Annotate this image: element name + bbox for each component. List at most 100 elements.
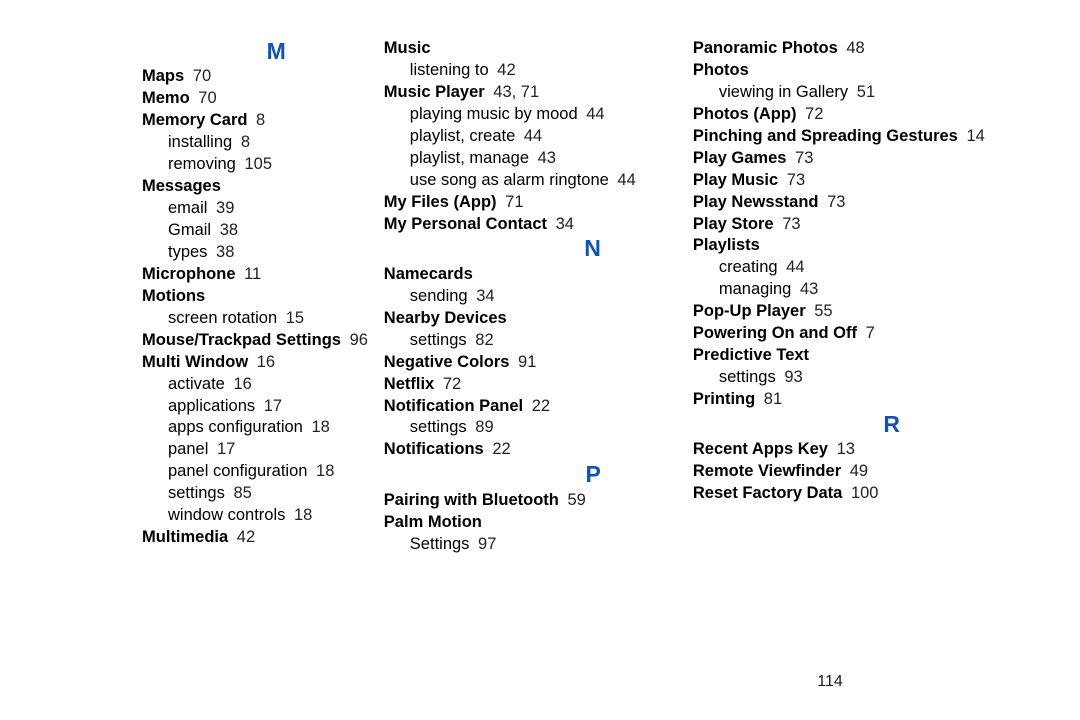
- index-subentry: Settings 97: [384, 534, 683, 556]
- index-entry-topic: Namecards: [384, 265, 473, 283]
- index-entry-topic: Predictive Text: [693, 346, 809, 364]
- index-subentry: managing 43: [693, 279, 1020, 301]
- index-subentry-pages: 43: [800, 280, 818, 298]
- index-subentry-topic: screen rotation: [168, 309, 277, 327]
- index-entry-pages: 91: [518, 353, 536, 371]
- index-entry-topic: Notification Panel: [384, 397, 523, 415]
- index-page: MMaps 70Memo 70Memory Card 8installing 8…: [0, 0, 1080, 556]
- index-subentry-topic: use song as alarm ringtone: [410, 171, 609, 189]
- index-entry-topic: Reset Factory Data: [693, 484, 842, 502]
- index-subentry: window controls 18: [142, 505, 374, 527]
- index-entry-pages: 70: [193, 67, 211, 85]
- index-entry: Namecards: [384, 264, 683, 286]
- index-subentries: activate 16applications 17apps configura…: [142, 374, 374, 528]
- index-subentry-topic: viewing in Gallery: [719, 83, 848, 101]
- index-entry-topic: Photos: [693, 61, 749, 79]
- index-subentry-pages: 38: [220, 221, 238, 239]
- index-subentry-pages: 18: [311, 418, 329, 436]
- index-subentry-pages: 17: [217, 440, 235, 458]
- index-subentry-topic: playing music by mood: [410, 105, 578, 123]
- index-entry-topic: Mouse/Trackpad Settings: [142, 331, 341, 349]
- index-entry-pages: 13: [837, 440, 855, 458]
- index-entry: Panoramic Photos 48: [693, 38, 1020, 60]
- index-entry: Music Player 43, 71: [384, 82, 683, 104]
- index-entry-pages: 96: [350, 331, 368, 349]
- index-subentry-topic: panel: [168, 440, 208, 458]
- index-entry-pages: 8: [256, 111, 265, 129]
- index-subentries: playing music by mood 44playlist, create…: [384, 104, 683, 192]
- index-subentry: panel 17: [142, 439, 374, 461]
- index-subentry: settings 85: [142, 483, 374, 505]
- index-subentry-topic: settings: [719, 368, 776, 386]
- index-subentry: creating 44: [693, 257, 1020, 279]
- index-entry: Multimedia 42: [142, 527, 374, 549]
- index-entry-pages: 100: [851, 484, 879, 502]
- index-subentries: creating 44managing 43: [693, 257, 1020, 301]
- index-subentry-pages: 16: [233, 375, 251, 393]
- index-subentry-topic: playlist, create: [410, 127, 515, 145]
- index-entry: Netflix 72: [384, 374, 683, 396]
- index-subentry: Gmail 38: [142, 220, 374, 242]
- index-subentry-topic: playlist, manage: [410, 149, 529, 167]
- page-number: 114: [0, 671, 1080, 692]
- index-entry-topic: Powering On and Off: [693, 324, 857, 342]
- index-entry-pages: 73: [787, 171, 805, 189]
- index-subentry: settings 82: [384, 330, 683, 352]
- index-subentry-topic: settings: [410, 418, 467, 436]
- index-subentry: apps configuration 18: [142, 417, 374, 439]
- index-subentry-pages: 39: [216, 199, 234, 217]
- index-entry-pages: 55: [814, 302, 832, 320]
- index-entry-topic: Pop-Up Player: [693, 302, 806, 320]
- index-entry: Play Store 73: [693, 214, 1020, 236]
- index-subentry: screen rotation 15: [142, 308, 374, 330]
- index-subentry-topic: activate: [168, 375, 225, 393]
- index-entry: Powering On and Off 7: [693, 323, 1020, 345]
- index-entry-topic: Music Player: [384, 83, 485, 101]
- index-entry: Predictive Text: [693, 345, 1020, 367]
- index-entry-topic: Multimedia: [142, 528, 228, 546]
- index-entry-topic: Netflix: [384, 375, 434, 393]
- index-subentry-topic: removing: [168, 155, 236, 173]
- index-subentry-topic: settings: [410, 331, 467, 349]
- index-subentry-topic: listening to: [410, 61, 489, 79]
- index-entry-topic: My Files (App): [384, 193, 497, 211]
- index-entry-pages: 71: [505, 193, 523, 211]
- index-subentries: listening to 42: [384, 60, 683, 82]
- index-entry: Notifications 22: [384, 439, 683, 461]
- index-entry: Motions: [142, 286, 374, 308]
- index-entry: Maps 70: [142, 66, 374, 88]
- index-subentry: playing music by mood 44: [384, 104, 683, 126]
- index-entry: Music: [384, 38, 683, 60]
- index-subentry-topic: settings: [168, 484, 225, 502]
- index-entry-pages: 22: [492, 440, 510, 458]
- index-subentry-pages: 93: [784, 368, 802, 386]
- index-column-2: Musiclistening to 42Music Player 43, 71p…: [374, 38, 683, 556]
- index-entry-pages: 49: [850, 462, 868, 480]
- index-entry-topic: Pairing with Bluetooth: [384, 491, 559, 509]
- index-entry-topic: Motions: [142, 287, 205, 305]
- index-entry-topic: Play Store: [693, 215, 774, 233]
- index-subentry-pages: 51: [857, 83, 875, 101]
- index-subentry-topic: installing: [168, 133, 232, 151]
- index-subentries: email 39Gmail 38types 38: [142, 198, 374, 264]
- index-entry-topic: Messages: [142, 177, 221, 195]
- index-entry-pages: 73: [782, 215, 800, 233]
- index-entry-pages: 48: [846, 39, 864, 57]
- index-entry-topic: Recent Apps Key: [693, 440, 828, 458]
- index-subentry-pages: 44: [586, 105, 604, 123]
- index-subentry-pages: 82: [475, 331, 493, 349]
- index-subentries: settings 93: [693, 367, 1020, 389]
- index-subentry-topic: Gmail: [168, 221, 211, 239]
- index-entry-topic: Playlists: [693, 236, 760, 254]
- index-subentry-topic: managing: [719, 280, 791, 298]
- index-subentry: removing 105: [142, 154, 374, 176]
- index-entry-topic: Play Newsstand: [693, 193, 819, 211]
- index-entry: My Files (App) 71: [384, 192, 683, 214]
- index-subentries: Settings 97: [384, 534, 683, 556]
- index-entry: Negative Colors 91: [384, 352, 683, 374]
- index-subentry: viewing in Gallery 51: [693, 82, 1020, 104]
- index-entry: Pinching and Spreading Gestures 14: [693, 126, 1020, 148]
- index-entry-topic: Panoramic Photos: [693, 39, 838, 57]
- index-subentry-pages: 44: [524, 127, 542, 145]
- index-subentry-topic: email: [168, 199, 207, 217]
